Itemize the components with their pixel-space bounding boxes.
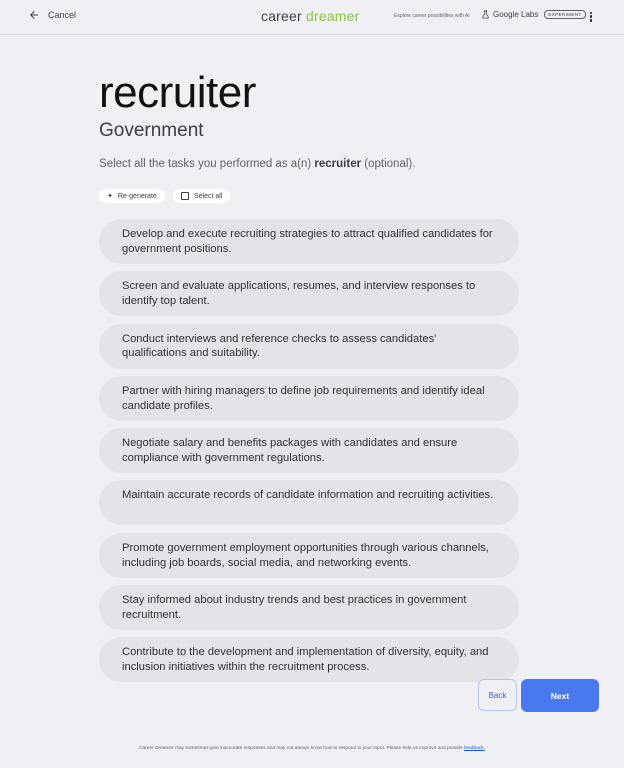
next-button[interactable]: Next xyxy=(521,679,599,712)
cancel-button[interactable]: Cancel xyxy=(28,9,76,21)
brand-text-dreamer: dreamer xyxy=(305,8,360,24)
arrow-left-icon xyxy=(30,11,38,19)
feedback-link[interactable]: feedback. xyxy=(464,746,485,751)
task-list: Develop and execute recruiting strategie… xyxy=(99,219,519,690)
page-subtitle: Government xyxy=(99,120,204,141)
task-option[interactable]: Partner with hiring managers to define j… xyxy=(99,375,519,421)
labs-label: Google Labs xyxy=(493,10,539,19)
task-option[interactable]: Promote government employment opportunit… xyxy=(99,532,519,578)
brand-text-career: career xyxy=(261,8,306,24)
select-all-button[interactable]: Select all xyxy=(173,189,231,203)
task-option[interactable]: Maintain accurate records of candidate i… xyxy=(99,480,519,526)
checkbox-icon xyxy=(181,192,189,200)
tagline: Explore career possibilities with AI xyxy=(394,13,470,19)
task-option[interactable]: Contribute to the development and implem… xyxy=(99,637,519,683)
regenerate-button[interactable]: ✦ Re-generate xyxy=(99,189,165,203)
disclaimer-footer: Career Dreamer may sometimes give inaccu… xyxy=(0,746,624,751)
cancel-label: Cancel xyxy=(48,10,77,20)
more-vert-icon[interactable] xyxy=(586,10,596,24)
task-option[interactable]: Screen and evaluate applications, resume… xyxy=(99,271,519,317)
disclaimer-text: Career Dreamer may sometimes give inaccu… xyxy=(139,746,465,751)
select-all-label: Select all xyxy=(194,192,223,200)
instruction-text: Select all the tasks you performed as a(… xyxy=(99,158,415,170)
task-option[interactable]: Conduct interviews and reference checks … xyxy=(99,323,519,369)
back-button[interactable]: Back xyxy=(478,679,517,711)
page-title: recruiter xyxy=(99,68,256,117)
brand-logo[interactable]: career dreamer xyxy=(261,8,360,24)
page: Cancel career dreamer Explore career pos… xyxy=(0,0,624,768)
task-option[interactable]: Stay informed about industry trends and … xyxy=(99,585,519,631)
regenerate-label: Re-generate xyxy=(117,192,157,200)
instruction-role: recruiter xyxy=(314,158,362,170)
task-option[interactable]: Develop and execute recruiting strategie… xyxy=(99,219,519,264)
flask-icon xyxy=(482,10,489,19)
instruction-prefix: Select all the tasks you performed as a(… xyxy=(99,158,315,170)
google-labs-link[interactable]: Google Labs EXPERIMENT xyxy=(481,10,586,19)
top-bar: Cancel career dreamer Explore career pos… xyxy=(0,0,624,35)
task-option[interactable]: Negotiate salary and benefits packages w… xyxy=(99,428,519,474)
sparkle-icon: ✦ xyxy=(107,193,113,200)
instruction-suffix: (optional). xyxy=(361,158,416,170)
experiment-badge: EXPERIMENT xyxy=(544,10,586,19)
